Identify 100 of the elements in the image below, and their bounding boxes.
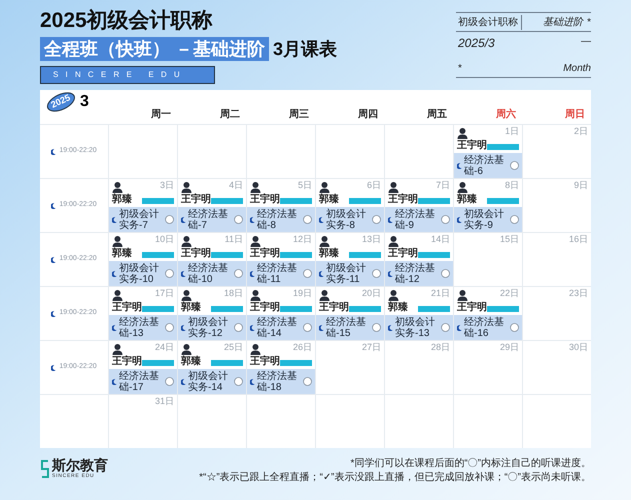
teacher-name: 郭臻: [112, 248, 132, 259]
course-name: 初级会计实务-9: [464, 208, 505, 230]
moon-icon: [388, 216, 393, 222]
teacher-name: 郭臻: [457, 194, 477, 205]
teacher-name: 郭臻: [112, 194, 132, 205]
teacher-avatar-icon: [457, 127, 468, 139]
teacher-name: 郭臻: [388, 302, 408, 313]
progress-circle-icon[interactable]: [441, 269, 450, 278]
progress-circle-icon[interactable]: [234, 377, 243, 386]
progress-circle-icon[interactable]: [372, 323, 381, 332]
info-date: 2025/3: [457, 35, 495, 52]
progress-circle-icon[interactable]: [165, 215, 174, 224]
day-number: 29日: [500, 342, 519, 353]
footnote-text: *“☆”表示已跟上全程直播；“✓”表示没跟上直播，但已完成回放补课；“〇”表示尚未听课。: [199, 472, 591, 484]
moon-icon: [319, 324, 324, 330]
progress-circle-icon[interactable]: [165, 323, 174, 332]
info-label: Month: [563, 62, 591, 76]
course-name: 初级会计实务-10: [119, 262, 160, 284]
progress-circle-icon[interactable]: [510, 323, 519, 332]
course-name: 经济法基础-9: [395, 208, 436, 230]
label-chip: [142, 252, 174, 258]
teacher-avatar-icon: [388, 289, 399, 301]
footnote-text: *同学们可以在课程后面的“〇”内标注自己的听课进度。: [350, 458, 591, 470]
course-name: 经济法基础-14: [257, 316, 298, 338]
teacher-avatar-icon: [250, 181, 261, 193]
teacher-name: 王宇明: [319, 302, 349, 313]
course-name: 经济法基础-7: [188, 208, 229, 230]
moon-icon: [181, 324, 186, 330]
progress-circle-icon[interactable]: [372, 215, 381, 224]
month-number: 3: [80, 94, 89, 110]
progress-circle-icon[interactable]: [441, 215, 450, 224]
moon-icon: [51, 148, 56, 154]
asterisk-mark: *: [457, 62, 462, 76]
progress-circle-icon[interactable]: [372, 269, 381, 278]
moon-icon: [319, 270, 324, 276]
day-number: 19日: [292, 288, 312, 299]
progress-circle-icon[interactable]: [234, 269, 243, 278]
day-number: 26日: [292, 342, 312, 353]
progress-circle-icon[interactable]: [303, 377, 312, 386]
label-chip: [211, 252, 243, 258]
moon-icon: [181, 216, 186, 222]
label-chip: [211, 198, 243, 204]
moon-icon: [250, 378, 255, 384]
day-number: 17日: [154, 288, 174, 299]
day-number: 22日: [500, 288, 519, 299]
teacher-avatar-icon: [319, 181, 330, 193]
progress-circle-icon[interactable]: [165, 377, 174, 386]
moon-icon: [319, 216, 324, 222]
course-name: 初级会计实务-14: [188, 370, 229, 392]
day-number: 24日: [154, 342, 174, 353]
moon-icon: [181, 270, 186, 276]
course-name: 经济法基础-18: [257, 370, 298, 392]
progress-circle-icon[interactable]: [165, 269, 174, 278]
moon-icon: [112, 216, 117, 222]
day-number: 27日: [362, 342, 381, 353]
teacher-avatar-icon: [112, 181, 123, 193]
day-number: 3日: [160, 180, 174, 191]
teacher-name: 郭臻: [181, 356, 201, 367]
progress-circle-icon[interactable]: [441, 323, 450, 332]
progress-circle-icon[interactable]: [234, 215, 243, 224]
moon-icon: [457, 216, 462, 222]
day-number: 28日: [430, 342, 450, 353]
label-chip: [280, 360, 312, 366]
logo-s-icon: [40, 459, 50, 480]
teacher-avatar-icon: [319, 235, 330, 247]
course-name: 初级会计实务-13: [395, 316, 436, 338]
teacher-avatar-icon: [250, 235, 261, 247]
label-chip: [280, 306, 312, 312]
weekday-header: 周一: [151, 108, 171, 122]
label-chip: [418, 198, 450, 204]
day-number: 9日: [574, 180, 588, 191]
dash-mark: —: [581, 35, 591, 49]
day-number: 12日: [292, 234, 312, 245]
label-chip: [418, 306, 450, 312]
progress-circle-icon[interactable]: [303, 269, 312, 278]
day-number: 5日: [298, 180, 312, 191]
weekday-header: 周三: [289, 108, 309, 122]
weekday-header: 周日: [565, 108, 585, 122]
day-number: 15日: [500, 234, 519, 245]
progress-circle-icon[interactable]: [510, 161, 519, 170]
course-name: 初级会计实务-7: [119, 208, 160, 230]
teacher-avatar-icon: [112, 235, 123, 247]
course-name: 初级会计实务-11: [326, 262, 367, 284]
label-chip: [142, 360, 174, 366]
asterisk-mark: *: [586, 16, 591, 30]
progress-circle-icon[interactable]: [234, 323, 243, 332]
course-name: 初级会计实务-8: [326, 208, 367, 230]
weekday-header: 周二: [220, 108, 240, 122]
progress-circle-icon[interactable]: [303, 323, 312, 332]
label-chip: [418, 252, 450, 258]
weekday-header: 周四: [358, 108, 378, 122]
day-number: 2日: [574, 126, 588, 137]
info-label: 初级会计职称: [456, 14, 522, 30]
moon-icon: [51, 310, 56, 316]
progress-circle-icon[interactable]: [510, 215, 519, 224]
teacher-avatar-icon: [181, 289, 192, 301]
progress-circle-icon[interactable]: [303, 215, 312, 224]
label-chip: [142, 198, 174, 204]
moon-icon: [457, 324, 462, 330]
course-name: 经济法基础-13: [119, 316, 160, 338]
